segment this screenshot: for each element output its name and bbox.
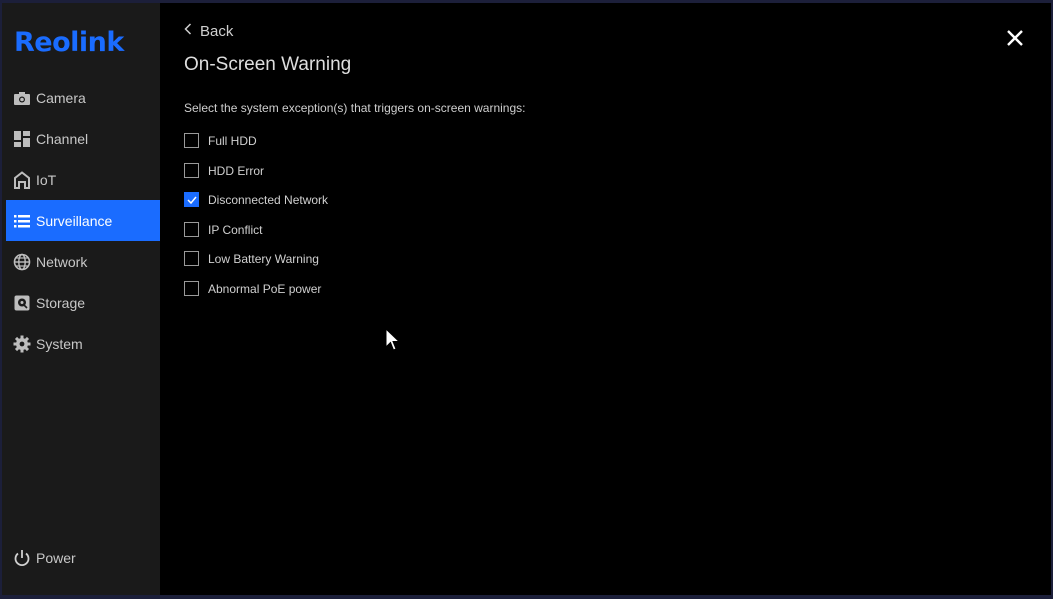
reolink-logo: Reolink <box>14 27 124 58</box>
sidebar-item-label: Storage <box>36 294 86 311</box>
sidebar-item-label: System <box>36 335 83 352</box>
main-panel: Back On-Screen Warning Select the system… <box>160 3 1051 595</box>
back-button[interactable]: Back <box>184 22 233 40</box>
camera-icon <box>13 89 31 107</box>
sidebar-item-label: Surveillance <box>36 212 113 229</box>
sidebar-item-storage[interactable]: Storage <box>6 282 160 323</box>
sidebar-item-label: Camera <box>36 89 86 106</box>
sidebar-item-label: Channel <box>36 130 89 147</box>
instruction-text: Select the system exception(s) that trig… <box>184 101 526 115</box>
sidebar-item-camera[interactable]: Camera <box>6 77 160 118</box>
sidebar: Reolink Camera Channel IoT Surveillance … <box>2 3 160 595</box>
globe-icon <box>13 253 31 271</box>
option-label: Low Battery Warning <box>208 251 319 266</box>
channel-grid-icon <box>13 130 31 148</box>
option-ip-conflict[interactable]: IP Conflict <box>184 222 262 237</box>
sidebar-item-channel[interactable]: Channel <box>6 118 160 159</box>
page-title: On-Screen Warning <box>184 54 352 75</box>
sidebar-item-label: Network <box>36 253 88 270</box>
checkbox[interactable] <box>184 222 199 237</box>
back-label: Back <box>200 22 234 40</box>
mouse-cursor-icon <box>385 328 401 351</box>
option-label: Disconnected Network <box>208 192 329 207</box>
power-icon <box>13 549 31 567</box>
checkbox[interactable] <box>184 133 199 148</box>
option-full-hdd[interactable]: Full HDD <box>184 133 257 148</box>
sidebar-item-surveillance[interactable]: Surveillance <box>6 200 160 241</box>
sidebar-item-system[interactable]: System <box>6 323 160 364</box>
checkbox[interactable] <box>184 251 199 266</box>
close-icon <box>1007 30 1023 46</box>
close-button[interactable] <box>1005 28 1025 48</box>
home-icon <box>13 170 31 189</box>
chevron-left-icon <box>184 22 192 40</box>
sidebar-item-iot[interactable]: IoT <box>6 159 160 200</box>
power-button[interactable]: Power <box>6 539 160 577</box>
option-abnormal-poe-power[interactable]: Abnormal PoE power <box>184 281 321 296</box>
power-label: Power <box>36 550 76 566</box>
checkbox-checked[interactable] <box>184 192 199 207</box>
checkbox[interactable] <box>184 163 199 178</box>
option-label: HDD Error <box>208 163 264 178</box>
option-disconnected-network[interactable]: Disconnected Network <box>184 192 328 207</box>
storage-icon <box>13 294 31 312</box>
sidebar-item-network[interactable]: Network <box>6 241 160 282</box>
option-label: Full HDD <box>208 133 257 148</box>
checkbox[interactable] <box>184 281 199 296</box>
sidebar-item-label: IoT <box>36 171 57 188</box>
option-hdd-error[interactable]: HDD Error <box>184 163 264 178</box>
checkmark-icon <box>186 196 197 204</box>
option-label: Abnormal PoE power <box>208 281 322 296</box>
list-icon <box>13 212 31 230</box>
option-label: IP Conflict <box>208 222 263 237</box>
gear-icon <box>13 335 31 353</box>
option-low-battery-warning[interactable]: Low Battery Warning <box>184 251 319 266</box>
